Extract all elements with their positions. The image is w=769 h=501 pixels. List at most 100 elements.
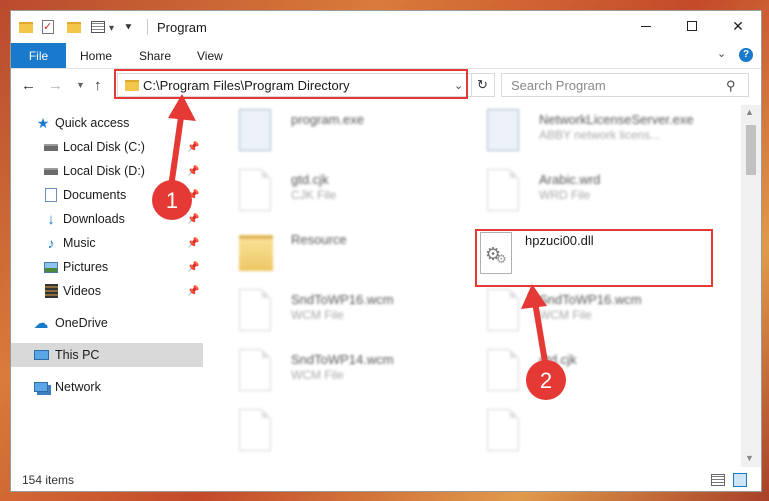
file-icon <box>487 409 519 451</box>
up-arrow-icon[interactable]: ↑ <box>94 77 102 94</box>
file-icon <box>239 289 271 331</box>
pin-icon[interactable]: 📌 <box>187 286 199 297</box>
minimize-button[interactable] <box>623 11 669 41</box>
documents-icon <box>43 188 59 202</box>
file-name: Resource <box>291 232 347 247</box>
sidebar-item-network[interactable]: Network <box>11 375 203 399</box>
file-item[interactable]: SndToWP14.wcm WCM File <box>217 349 467 405</box>
help-icon[interactable]: ? <box>739 48 753 62</box>
search-icon[interactable]: ⚲ <box>726 78 736 94</box>
sidebar-item-onedrive[interactable]: ☁ OneDrive <box>11 311 203 335</box>
file-name: SndToWP16.wcm <box>291 292 394 307</box>
search-input[interactable]: Search Program ⚲ <box>501 73 749 97</box>
pin-icon[interactable]: 📌 <box>187 214 199 225</box>
sidebar-item-label: This PC <box>55 348 100 362</box>
pictures-icon <box>43 260 59 274</box>
address-highlight-box <box>114 69 468 99</box>
sidebar-item-label: Music <box>63 236 96 250</box>
star-icon: ★ <box>36 114 50 131</box>
file-item[interactable] <box>217 409 467 465</box>
tab-file[interactable]: File <box>11 43 66 68</box>
sidebar-item-videos[interactable]: Videos 📌 <box>11 279 203 303</box>
file-type: CJK File <box>291 188 337 202</box>
properties-check-icon[interactable]: ✓ <box>42 20 54 34</box>
pin-icon[interactable]: 📌 <box>187 262 199 273</box>
file-item[interactable] <box>465 409 715 465</box>
item-count: 154 items <box>22 473 75 487</box>
navigation-pane: ★ Quick access Local Disk (C:) 📌 Local D… <box>11 105 203 467</box>
search-placeholder: Search Program <box>511 78 606 93</box>
sidebar-item-quick-access[interactable]: ★ Quick access <box>11 111 203 135</box>
sidebar-item-label: Local Disk (C:) <box>63 140 145 154</box>
close-button[interactable]: ✕ <box>715 11 761 41</box>
file-name: gtd.cjk <box>539 352 577 367</box>
sidebar-item-music[interactable]: ♪ Music 📌 <box>11 231 203 255</box>
recent-locations-icon[interactable]: ▼ <box>76 80 85 90</box>
file-item[interactable]: program.exe <box>217 109 467 165</box>
chevron-down-icon[interactable]: ▾ <box>109 20 114 36</box>
new-folder-icon[interactable] <box>67 22 81 33</box>
download-icon: ↓ <box>47 210 55 228</box>
sidebar-item-this-pc[interactable]: This PC <box>11 343 203 367</box>
pin-icon[interactable]: 📌 <box>187 238 199 249</box>
tab-share[interactable]: Share <box>139 49 171 63</box>
file-icon <box>239 349 271 391</box>
scroll-down-icon[interactable]: ▼ <box>745 453 754 463</box>
file-name: Arabic.wrd <box>539 172 601 187</box>
file-type: WCM File <box>539 308 592 322</box>
scroll-up-icon[interactable]: ▲ <box>745 107 754 117</box>
pin-icon[interactable]: 📌 <box>187 166 199 177</box>
file-name: SndToWP14.wcm <box>291 352 394 367</box>
file-name: program.exe <box>291 112 364 127</box>
file-item[interactable]: NetworkLicenseServer.exe ABBY network li… <box>465 109 715 165</box>
sidebar-item-documents[interactable]: Documents 📌 <box>11 183 203 207</box>
sidebar-item-label: Pictures <box>63 260 109 274</box>
file-item[interactable]: gtd.cjk <box>465 349 715 405</box>
exe-icon <box>487 109 519 151</box>
sidebar-item-local-disk-c[interactable]: Local Disk (C:) 📌 <box>11 135 203 159</box>
file-highlight-box <box>475 229 713 287</box>
properties-icon[interactable] <box>91 21 105 33</box>
tab-home[interactable]: Home <box>80 49 112 63</box>
sidebar-item-downloads[interactable]: ↓ Downloads 📌 <box>11 207 203 231</box>
drive-icon <box>43 140 59 154</box>
sidebar-item-label: Quick access <box>55 116 130 130</box>
file-icon <box>487 169 519 211</box>
sidebar-item-label: Local Disk (D:) <box>63 164 145 178</box>
scroll-thumb[interactable] <box>746 125 756 175</box>
title-divider <box>147 19 148 35</box>
sidebar-item-label: Videos <box>63 284 101 298</box>
file-item[interactable]: SndToWP16.wcm WCM File <box>465 289 715 345</box>
maximize-button[interactable] <box>669 11 715 41</box>
folder-item[interactable]: Resource <box>217 229 467 285</box>
title-bar: ✓ ▾ ⯆ Program ✕ <box>11 11 761 43</box>
file-item[interactable]: SndToWP16.wcm WCM File <box>217 289 467 345</box>
customize-toolbar-icon[interactable]: ⯆ <box>124 20 133 36</box>
back-arrow-icon[interactable]: ← <box>21 77 36 94</box>
folder-icon[interactable] <box>19 22 33 33</box>
music-icon: ♪ <box>47 235 55 251</box>
cloud-icon: ☁ <box>33 315 49 332</box>
expand-ribbon-icon[interactable]: ⌄ <box>717 47 726 60</box>
sidebar-item-pictures[interactable]: Pictures 📌 <box>11 255 203 279</box>
large-icons-view-icon[interactable] <box>733 473 747 487</box>
exe-icon <box>239 109 271 151</box>
file-type: WRD File <box>539 188 591 202</box>
sidebar-item-local-disk-d[interactable]: Local Disk (D:) 📌 <box>11 159 203 183</box>
file-name: gtd.cjk <box>291 172 329 187</box>
file-type: ABBY network licens... <box>539 128 661 142</box>
refresh-icon[interactable]: ↻ <box>477 77 488 93</box>
sidebar-item-label: OneDrive <box>55 316 108 330</box>
forward-arrow-icon[interactable]: → <box>48 77 63 94</box>
computer-icon <box>33 348 49 362</box>
file-name: SndToWP16.wcm <box>539 292 642 307</box>
file-item[interactable]: Arabic.wrd WRD File <box>465 169 715 225</box>
folder-icon <box>239 235 273 271</box>
file-item[interactable]: gtd.cjk CJK File <box>217 169 467 225</box>
pin-icon[interactable]: 📌 <box>187 142 199 153</box>
file-icon <box>239 409 271 451</box>
tab-view[interactable]: View <box>197 49 223 63</box>
details-view-icon[interactable] <box>711 474 725 486</box>
pin-icon[interactable]: 📌 <box>187 190 199 201</box>
vertical-scrollbar[interactable]: ▲ ▼ <box>741 105 761 467</box>
